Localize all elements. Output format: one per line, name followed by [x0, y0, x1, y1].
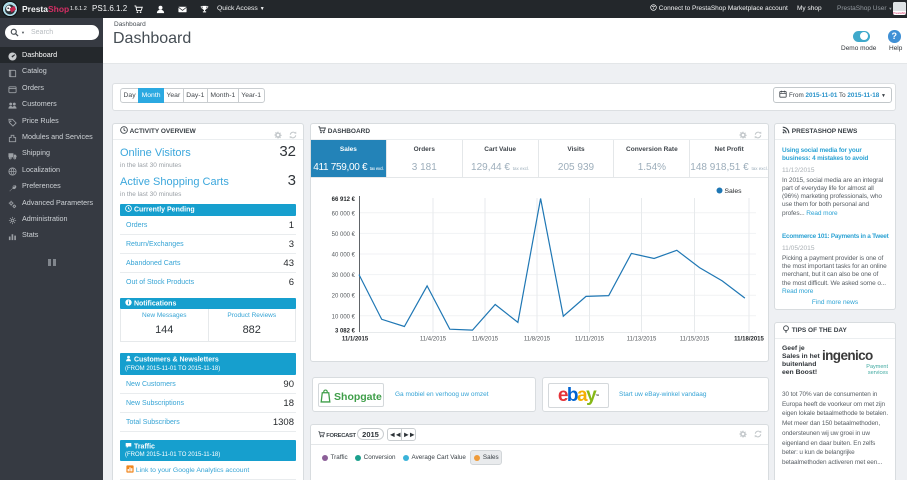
svg-text:3 082 €: 3 082 € [335, 329, 356, 335]
svg-text:66 912 €: 66 912 € [332, 197, 356, 203]
svg-text:11/18/2015: 11/18/2015 [734, 337, 764, 343]
svg-text:11/4/2015: 11/4/2015 [420, 337, 447, 343]
svg-text:11/15/2015: 11/15/2015 [680, 337, 710, 343]
svg-text:11/1/2015: 11/1/2015 [342, 337, 369, 343]
svg-text:10 000 €: 10 000 € [332, 314, 356, 320]
svg-text:20 000 €: 20 000 € [332, 294, 356, 300]
svg-text:30 000 €: 30 000 € [332, 273, 356, 279]
svg-text:50 000 €: 50 000 € [332, 232, 356, 238]
svg-text:40 000 €: 40 000 € [332, 253, 356, 259]
svg-text:Sales: Sales [725, 188, 743, 195]
svg-text:60 000 €: 60 000 € [332, 211, 356, 217]
svg-text:11/11/2015: 11/11/2015 [575, 337, 605, 343]
svg-text:11/8/2015: 11/8/2015 [524, 337, 551, 343]
svg-text:11/6/2015: 11/6/2015 [472, 337, 499, 343]
svg-text:11/13/2015: 11/13/2015 [627, 337, 657, 343]
